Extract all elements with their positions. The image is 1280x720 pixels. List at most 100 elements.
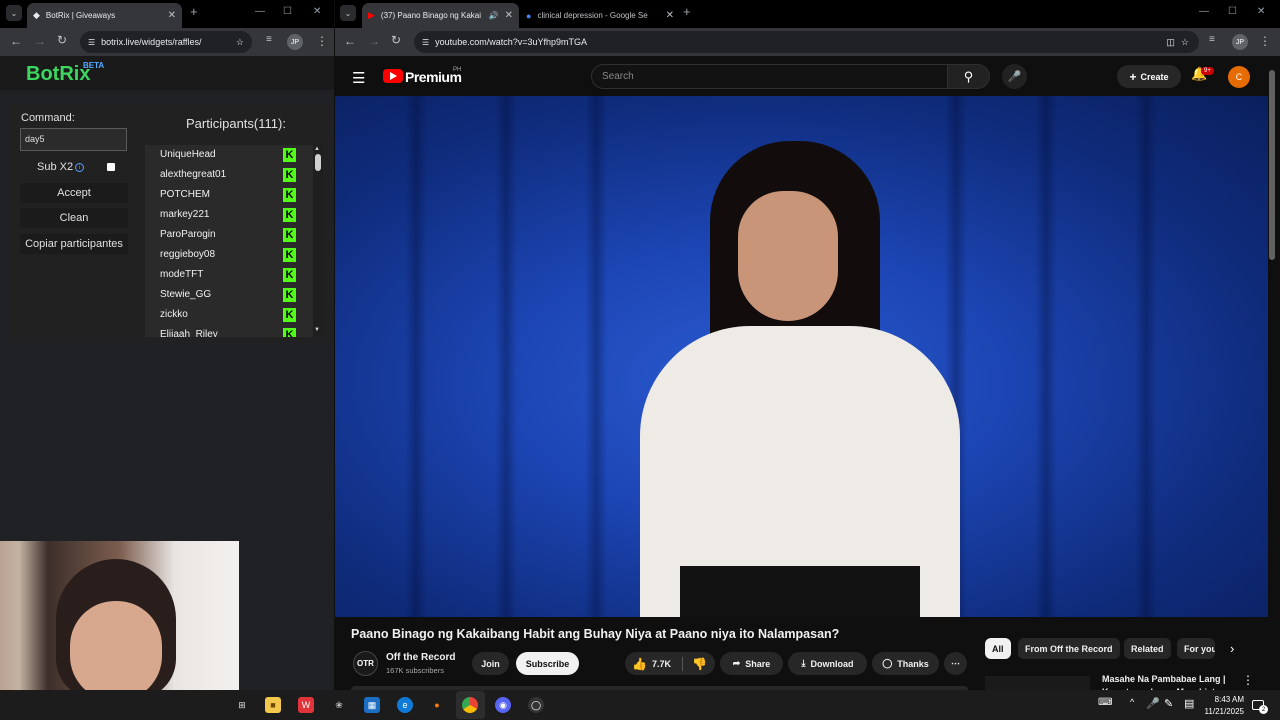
dislike-icon[interactable]: 👎 bbox=[692, 657, 707, 671]
discord-icon[interactable]: ◉ bbox=[495, 697, 511, 713]
scroll-up-icon[interactable]: ▲ bbox=[314, 146, 320, 152]
chevron-up-icon[interactable]: ^ bbox=[1130, 697, 1134, 707]
close-tab-icon[interactable]: ✕ bbox=[666, 10, 674, 21]
new-tab-button[interactable]: + bbox=[190, 4, 198, 19]
maximize-button[interactable]: ☐ bbox=[283, 6, 292, 17]
recommended-title[interactable]: Masahe Na Pambabae Lang | Kwento ng Isan… bbox=[1102, 673, 1242, 690]
thanks-button[interactable]: ◯ Thanks bbox=[872, 652, 939, 675]
microphone-icon[interactable]: 🎤 bbox=[1146, 697, 1160, 710]
close-tab-icon[interactable]: ✕ bbox=[505, 10, 513, 21]
bookmark-star-icon[interactable]: ☆ bbox=[1181, 37, 1189, 48]
minimize-button[interactable]: — bbox=[1199, 6, 1209, 17]
reload-icon[interactable]: ↻ bbox=[57, 33, 67, 47]
address-bar[interactable]: ☰ youtube.com/watch?v=3uYfhp9mTGA ◫ ☆ bbox=[414, 31, 1199, 53]
forward-icon[interactable]: → bbox=[368, 34, 380, 48]
tab-youtube[interactable]: ▶ (37) Paano Binago ng Kakai 🔊 ✕ bbox=[362, 3, 519, 28]
search-button[interactable]: ⚲ bbox=[948, 64, 990, 89]
address-bar[interactable]: ☰ botrix.live/widgets/raffles/ ☆ bbox=[80, 31, 252, 53]
hamburger-menu-icon[interactable]: ☰ bbox=[352, 69, 365, 87]
participant-row[interactable]: modeTFT K bbox=[145, 265, 313, 285]
calculator-icon[interactable]: ▦ bbox=[364, 697, 380, 713]
tab-search-button[interactable]: ⌄ bbox=[6, 5, 22, 21]
bookmark-star-icon[interactable]: ☆ bbox=[236, 37, 244, 48]
pen-icon[interactable]: ✎ bbox=[1164, 697, 1173, 710]
account-avatar[interactable]: C bbox=[1228, 66, 1250, 88]
like-count[interactable]: 7.7K bbox=[652, 659, 671, 669]
participants-scrollbar[interactable] bbox=[313, 145, 323, 337]
menu-dots-icon[interactable]: ⋮ bbox=[1259, 34, 1271, 48]
tab-search-button[interactable]: ⌄ bbox=[340, 5, 356, 21]
system-clock[interactable]: 8:43 AM 11/21/2025 bbox=[1200, 694, 1244, 718]
command-input[interactable]: day5 bbox=[20, 128, 127, 151]
speaker-icon[interactable]: 🔊 bbox=[489, 11, 499, 20]
close-window-button[interactable]: ✕ bbox=[313, 6, 321, 17]
new-tab-button[interactable]: + bbox=[683, 4, 691, 19]
chip-all[interactable]: All bbox=[985, 638, 1011, 659]
info-icon[interactable]: i bbox=[75, 163, 84, 172]
like-icon[interactable]: 👍 bbox=[632, 657, 647, 671]
participant-row[interactable]: Stewie_GG K bbox=[145, 285, 313, 305]
site-info-icon[interactable]: ☰ bbox=[88, 38, 95, 47]
copy-participants-button[interactable]: Copiar participantes bbox=[20, 234, 128, 254]
participant-row[interactable]: POTCHEM K bbox=[145, 185, 313, 205]
participants-list[interactable]: UniqueHead Kalexthegreat01 K POTCHEM Kmarkey… bbox=[145, 145, 313, 337]
recommended-thumbnail[interactable] bbox=[985, 676, 1090, 690]
participant-row[interactable]: UniqueHead K bbox=[145, 145, 313, 165]
video-player[interactable] bbox=[335, 96, 1268, 617]
profile-avatar[interactable]: JP bbox=[1232, 34, 1248, 50]
site-info-icon[interactable]: ☰ bbox=[422, 38, 429, 47]
subscribe-button[interactable]: Subscribe bbox=[516, 652, 579, 675]
firefox-icon[interactable]: ● bbox=[429, 697, 445, 713]
voice-search-button[interactable]: 🎤 bbox=[1002, 64, 1027, 89]
back-icon[interactable]: ← bbox=[10, 34, 22, 48]
profile-avatar[interactable]: JP bbox=[287, 34, 303, 50]
participant-row[interactable]: Elijaah_Riley K bbox=[145, 325, 313, 337]
scroll-down-icon[interactable]: ▼ bbox=[314, 327, 320, 333]
task-view-icon[interactable]: ⊞ bbox=[234, 697, 250, 713]
minimize-button[interactable]: — bbox=[255, 6, 265, 17]
chevron-right-icon[interactable]: › bbox=[1230, 641, 1234, 656]
back-icon[interactable]: ← bbox=[344, 34, 356, 48]
forward-icon[interactable]: → bbox=[34, 34, 46, 48]
install-app-icon[interactable]: ◫ bbox=[1166, 37, 1175, 48]
chip-from-channel[interactable]: From Off the Record bbox=[1018, 638, 1120, 659]
chip-related[interactable]: Related bbox=[1124, 638, 1171, 659]
chip-for-you[interactable]: For you bbox=[1177, 638, 1215, 659]
participant-row[interactable]: alexthegreat01 K bbox=[145, 165, 313, 185]
clean-button[interactable]: Clean bbox=[20, 208, 128, 228]
close-window-button[interactable]: ✕ bbox=[1257, 6, 1265, 17]
maximize-button[interactable]: ☐ bbox=[1228, 6, 1237, 17]
botrix-logo[interactable]: BotRix bbox=[26, 63, 90, 86]
scrollbar-thumb[interactable] bbox=[315, 154, 321, 171]
close-tab-icon[interactable]: ✕ bbox=[168, 10, 176, 21]
edge-icon[interactable]: e bbox=[397, 697, 413, 713]
page-scrollbar[interactable] bbox=[1269, 70, 1275, 260]
accept-button[interactable]: Accept bbox=[20, 183, 128, 203]
obs-icon[interactable]: ◯ bbox=[528, 697, 544, 713]
participant-row[interactable]: zickko K bbox=[145, 305, 313, 325]
wps-office-icon[interactable]: W bbox=[298, 697, 314, 713]
tab-botrix[interactable]: ◆ BotRix | Giveaways ✕ bbox=[27, 3, 182, 28]
download-button[interactable]: ⤓ Download bbox=[788, 652, 867, 675]
media-control-icon[interactable]: ≡ bbox=[1209, 34, 1215, 45]
join-button[interactable]: Join bbox=[472, 652, 509, 675]
sub-x2-checkbox[interactable] bbox=[107, 163, 115, 171]
share-button[interactable]: ➦ Share bbox=[720, 652, 783, 675]
chrome-icon[interactable] bbox=[462, 697, 478, 713]
participant-row[interactable]: markey221 K bbox=[145, 205, 313, 225]
search-input[interactable]: Search bbox=[591, 64, 948, 89]
app-icon[interactable]: ❀ bbox=[331, 697, 347, 713]
network-icon[interactable]: ▤ bbox=[1184, 697, 1194, 710]
media-control-icon[interactable]: ≡ bbox=[266, 34, 272, 45]
tab-google[interactable]: ● clinical depression - Google Se ✕ bbox=[520, 3, 680, 28]
participant-row[interactable]: ParoParogin K bbox=[145, 225, 313, 245]
more-actions-button[interactable]: ⋯ bbox=[944, 652, 967, 675]
participant-row[interactable]: reggieboy08 K bbox=[145, 245, 313, 265]
menu-dots-icon[interactable]: ⋮ bbox=[316, 34, 328, 48]
reload-icon[interactable]: ↻ bbox=[391, 33, 401, 47]
channel-name[interactable]: Off the Record bbox=[386, 652, 455, 663]
file-explorer-icon[interactable]: ■ bbox=[265, 697, 281, 713]
channel-avatar[interactable]: OTR bbox=[353, 651, 378, 676]
recommended-more-icon[interactable]: ⋮ bbox=[1242, 673, 1254, 687]
create-button[interactable]: + Create bbox=[1117, 65, 1181, 88]
